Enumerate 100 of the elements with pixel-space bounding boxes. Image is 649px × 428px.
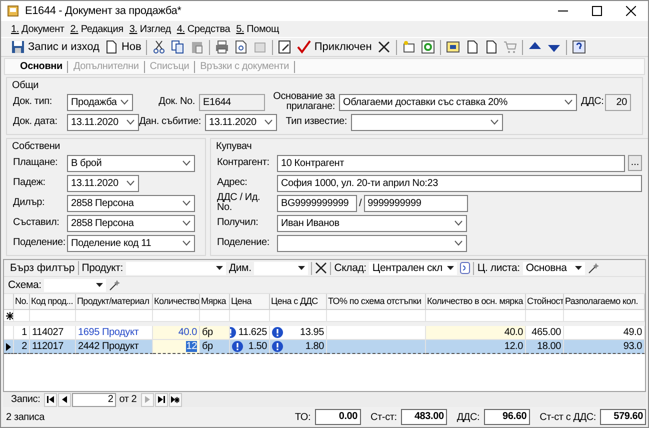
group-title: Купувач	[216, 140, 252, 153]
column-header[interactable]: Количество	[153, 294, 200, 310]
page-icon[interactable]	[464, 40, 479, 54]
toolbar-button[interactable]: Приключен	[295, 39, 374, 55]
cut-icon[interactable]	[152, 40, 166, 54]
paste-icon[interactable]	[190, 40, 204, 54]
info-icon	[272, 327, 283, 338]
group-title: Собствени	[12, 140, 60, 153]
menu-item[interactable]: 3. Изглед	[129, 24, 171, 34]
total-label: Ст-ст с ДДС:	[540, 412, 596, 422]
app-icon	[7, 5, 19, 17]
table-cell: бр	[202, 327, 213, 338]
quick-filter-button[interactable]: Бърз филтър	[8, 261, 79, 275]
field-label: Падеж:	[13, 178, 46, 188]
total-label: ДДС:	[456, 412, 480, 422]
total-label: ТО:	[294, 412, 311, 422]
group-title: Общи	[12, 79, 39, 92]
previous-record-icon[interactable]	[60, 394, 70, 405]
maximize-icon[interactable]	[592, 6, 602, 16]
filter-label: Дим.	[228, 262, 252, 274]
field-label: ДДС / Ид. No.	[217, 193, 262, 213]
table-corner	[4, 294, 14, 310]
save-icon	[11, 40, 25, 54]
magic-wand-icon[interactable]	[109, 279, 122, 291]
column-header[interactable]: Количество в осн. мярка	[426, 294, 526, 310]
field-label: Док. дата:	[13, 117, 58, 127]
window-icon[interactable]	[402, 40, 416, 54]
filter-dropdown[interactable]	[254, 262, 308, 274]
field-label: Дилър:	[13, 198, 46, 208]
new-row-icon	[6, 312, 13, 320]
field-label: Поделение:	[13, 238, 66, 248]
magic-wand-icon[interactable]	[588, 262, 600, 274]
table-cell: 12.0	[504, 341, 523, 352]
column-header[interactable]: ТО% по схема отстъпки	[327, 294, 426, 310]
field-label: Тип известие:	[284, 117, 348, 127]
row-pointer-icon	[6, 342, 11, 350]
text-field[interactable]: София 1000, ул. 20-ти април No:23	[277, 174, 642, 192]
field-label: Получил:	[217, 218, 260, 228]
record-count: от 2	[119, 394, 137, 405]
dropdown[interactable]: Поделение код 11	[67, 234, 195, 252]
dropdown-arrow-icon	[216, 266, 223, 270]
table-row[interactable]: 2 112017 2442 Продукт 12 бр 1.50 1.80 12.0 18.00 93.0	[4, 340, 645, 354]
date-picker[interactable]: 13.11.2020	[67, 174, 139, 192]
close-icon[interactable]	[626, 6, 636, 16]
edit-icon[interactable]	[278, 40, 292, 54]
menu-item[interactable]: 2. Редакция	[70, 24, 124, 34]
dropdown[interactable]: Иван Иванов	[277, 214, 467, 232]
dropdown[interactable]: Продажба	[67, 94, 133, 110]
text-field[interactable]: 9999999999	[364, 194, 468, 212]
dropdown[interactable]	[277, 234, 467, 252]
menu-item[interactable]: 1. Документ	[11, 24, 64, 34]
table-cell: 1.50	[248, 341, 267, 352]
table-cell: 13.95	[300, 327, 324, 338]
close-icon[interactable]	[376, 40, 391, 54]
dropdown[interactable]: 2858 Персона	[67, 194, 195, 212]
column-header[interactable]: Мярка	[200, 294, 230, 310]
page-icon	[104, 40, 118, 54]
column-header[interactable]: Цена	[230, 294, 270, 310]
table-cell: бр	[202, 341, 213, 352]
column-header[interactable]: Цена с ДДС	[270, 294, 327, 310]
field-label: Поделение:	[217, 238, 270, 248]
last-record-icon[interactable]	[156, 394, 166, 405]
clear-filter-icon[interactable]	[315, 262, 328, 274]
toolbar-button[interactable]: Запис и изход	[9, 39, 102, 55]
new-record-icon[interactable]	[170, 394, 180, 405]
first-record-icon[interactable]	[46, 394, 56, 405]
dropdown[interactable]: 13.11.2020	[205, 114, 277, 130]
dropdown[interactable]: 13.11.2020	[67, 114, 139, 130]
dropdown[interactable]: 2858 Персона	[67, 214, 195, 232]
text-field[interactable]: BG9999999999	[277, 194, 357, 212]
menu-item[interactable]: 4. Средства	[176, 24, 230, 34]
dropdown[interactable]	[351, 114, 503, 130]
field-label: Плащане:	[13, 158, 59, 168]
table-cell: 1695 Продукт	[78, 327, 139, 338]
text-field[interactable]: 10 Контрагент	[277, 154, 625, 172]
copy-icon[interactable]	[171, 40, 186, 54]
record-number-field[interactable]: 2	[72, 392, 116, 406]
tab[interactable]: Основни	[15, 60, 68, 72]
column-header[interactable]: Разполагаемо кол.	[564, 294, 645, 310]
preview-icon[interactable]	[234, 40, 248, 54]
dropdown[interactable]: В брой	[67, 154, 195, 172]
info-icon	[272, 341, 283, 352]
column-header[interactable]: Код прод...	[30, 294, 76, 310]
field-label: Адрес:	[217, 178, 248, 188]
toolbar-button[interactable]: Нов	[102, 39, 144, 55]
menu-item[interactable]: 5. Помощ	[236, 24, 280, 34]
table-cell: 1.80	[305, 341, 324, 352]
column-header[interactable]: Продукт/материал	[76, 294, 153, 310]
column-header[interactable]: No.	[14, 294, 30, 310]
printer-icon[interactable]	[215, 40, 230, 54]
dropdown-arrow-icon	[298, 266, 306, 270]
page-icon[interactable]	[484, 40, 498, 54]
filter-dropdown[interactable]: Основна	[522, 262, 585, 274]
browse-button[interactable]: ...	[628, 155, 642, 171]
card-icon[interactable]	[446, 40, 460, 54]
dropdown[interactable]: Облагаеми доставки със ставка 20%	[339, 94, 577, 110]
field-label: Основание за прилагане:	[272, 92, 336, 112]
filter-dropdown[interactable]: Централен скл	[369, 262, 458, 274]
field-label: Съставил:	[13, 218, 60, 228]
help-icon[interactable]	[572, 40, 586, 54]
